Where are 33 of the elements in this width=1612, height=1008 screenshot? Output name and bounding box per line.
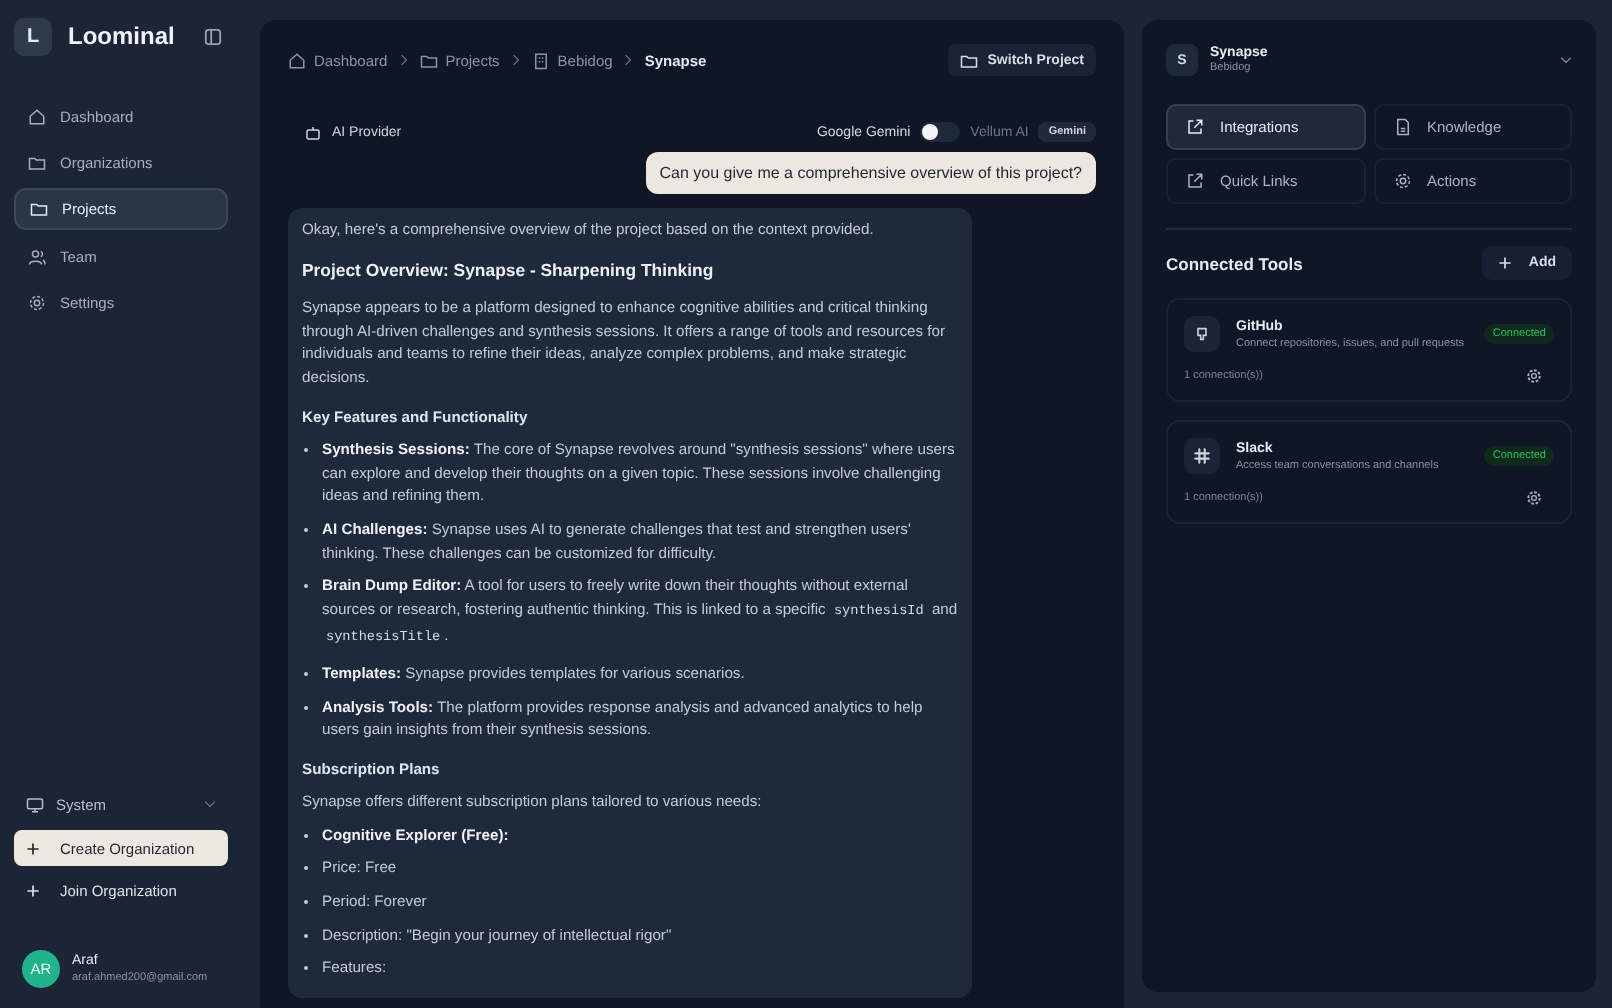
- sidebar-toggle-icon[interactable]: [204, 27, 222, 45]
- external-link-icon: [1186, 118, 1204, 136]
- file-icon: [1393, 118, 1411, 136]
- settings-icon: [1393, 172, 1411, 190]
- chevron-right-icon: [399, 54, 408, 66]
- app-name: Loominal: [68, 22, 177, 50]
- folder-icon: [419, 51, 438, 69]
- folder-icon: [959, 51, 978, 69]
- settings-icon: [28, 293, 46, 311]
- section-title: Connected Tools: [1166, 253, 1303, 273]
- plus-icon: [26, 883, 40, 897]
- settings-icon[interactable]: [1526, 490, 1542, 506]
- chevron-down-icon[interactable]: [1560, 56, 1572, 64]
- robot-icon: [304, 123, 322, 141]
- plus-icon: [1498, 256, 1513, 270]
- section-heading: Project Overview: Synapse - Sharpening Thinking: [302, 259, 716, 283]
- logo-badge: L: [14, 17, 52, 55]
- folder-icon: [30, 200, 48, 218]
- plus-icon: [26, 841, 40, 855]
- provider-toggle[interactable]: [920, 122, 961, 142]
- chevron-right-icon: [511, 54, 520, 66]
- monitor-icon: [26, 795, 44, 813]
- settings-icon[interactable]: [1526, 368, 1542, 384]
- external-link-icon: [1186, 172, 1204, 190]
- chevron-down-icon: [204, 800, 216, 808]
- hash-icon: [1194, 448, 1210, 464]
- chevron-right-icon: [624, 54, 633, 66]
- users-icon: [28, 247, 46, 265]
- folder-icon: [28, 153, 46, 171]
- home-icon: [288, 51, 306, 69]
- user-message: Can you give me a comprehensive overview of this project?: [645, 152, 1096, 194]
- building-icon: [531, 51, 550, 69]
- home-icon: [28, 107, 46, 125]
